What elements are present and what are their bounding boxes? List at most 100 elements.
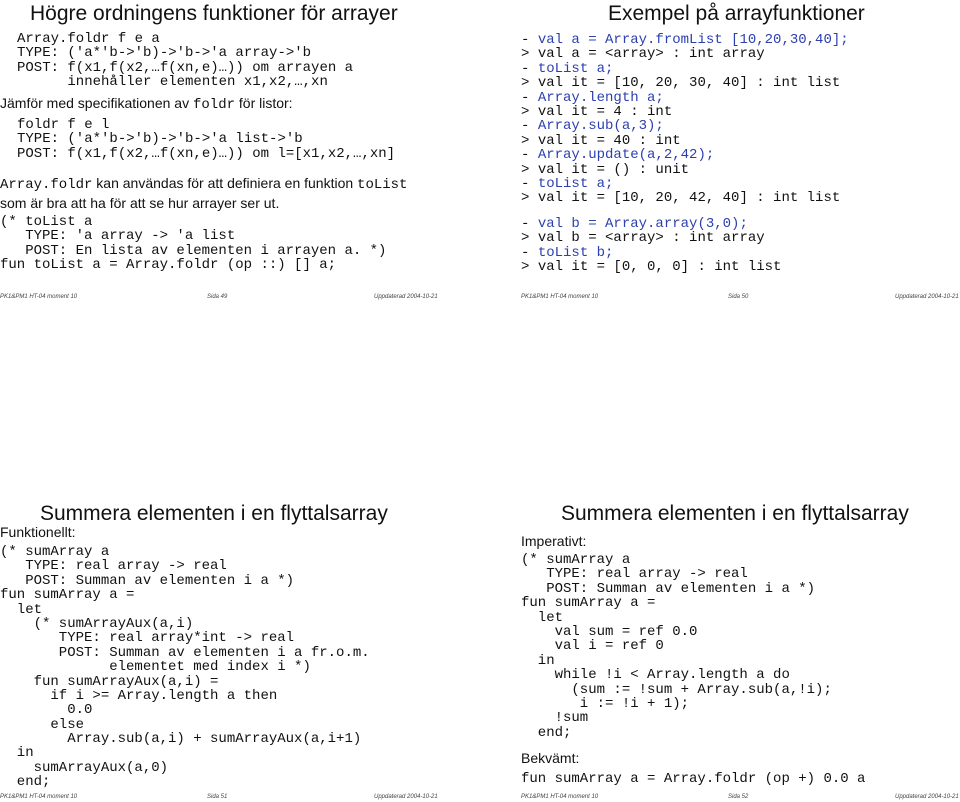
code-line: (* sumArray a: [0, 544, 110, 560]
code-line: 0.0: [0, 702, 93, 719]
code-line: TYPE: real array*int -> real: [0, 630, 295, 647]
code-line: foldr f e l: [17, 117, 110, 133]
footer-page: Sida 50: [728, 294, 749, 300]
code-line: fun sumArray a = Array.foldr (op +) 0.0 …: [521, 771, 866, 787]
code-tolist: (* toList a TYPE: 'a array -> 'a list PO…: [0, 215, 386, 273]
inline-code: toList: [357, 177, 408, 193]
code-line: innehåller elementen x1,x2,…,xn: [17, 74, 328, 91]
prose-text: för listor:: [235, 95, 293, 111]
code-line: Array.sub(a,i) + sumArrayAux(a,i+1): [0, 731, 362, 748]
slide-51: Summera elementen i en flyttalsarray Fun…: [0, 490, 480, 802]
repl-output-line: > val it = 40 : int: [521, 134, 849, 148]
code-sumarray-functional: (* sumArray a TYPE: real array -> real P…: [0, 545, 370, 790]
subtitle-convenient: Bekvämt:: [521, 750, 580, 766]
repl-input-line: - Array.length a;: [521, 90, 849, 105]
code-line: fun sumArray a =: [0, 587, 135, 604]
repl-input-line: - toList b;: [521, 246, 781, 260]
inline-code: Array.foldr: [0, 177, 93, 193]
footer-page: Sida 52: [728, 794, 749, 800]
code-line: !sum: [521, 710, 589, 727]
repl-input-line: - Array.update(a,2,42);: [521, 148, 849, 162]
code-line: end;: [521, 724, 572, 741]
code-line: POST: Summan av elementen i a *): [521, 580, 816, 597]
repl-prompt: >: [521, 190, 538, 207]
prose-text: kan användas för att definiera en funkti…: [92, 175, 358, 191]
footer-course: PK1&PM1 HT-04 moment 10: [521, 294, 599, 300]
code-line: end;: [0, 774, 51, 791]
code-line: POST: f(x1,f(x2,…f(xn,e)…)) om arrayen a: [17, 59, 354, 76]
repl-output-line: > val it = [10, 20, 42, 40] : int list: [521, 191, 849, 205]
code-line: let: [521, 609, 564, 626]
inline-code: foldr: [192, 97, 235, 113]
code-line: sumArrayAux(a,0): [0, 759, 169, 776]
code-line: in: [521, 652, 555, 669]
repl-output-line: > val it = [10, 20, 30, 40] : int list: [521, 76, 849, 90]
repl-output: val it = [0, 0, 0] : int list: [537, 259, 782, 276]
repl-input-line: - val b = Array.array(3,0);: [521, 217, 781, 231]
repl-output-line: > val a = <array> : int array: [521, 47, 849, 61]
code-line: i := !i + 1);: [521, 695, 690, 712]
code-line: (* toList a: [0, 214, 93, 230]
slide-49: Högre ordningens funktioner för arrayer …: [0, 0, 480, 305]
slide-50: Exempel på arrayfunktioner - val a = Arr…: [480, 0, 960, 305]
repl-input-line: - Array.sub(a,3);: [521, 119, 849, 133]
footer-updated: Uppdaterad 2004-10-21: [895, 294, 959, 300]
prose-text: Jämför med specifikationen av: [0, 95, 193, 111]
slide-title: Summera elementen i en flyttalsarray: [40, 502, 388, 525]
repl-session-a: - val a = Array.fromList [10,20,30,40]; >…: [521, 33, 849, 206]
code-line: if i >= Array.length a then: [0, 687, 278, 704]
repl-input-line: - toList a;: [521, 62, 849, 76]
code-line: while !i < Array.length a do: [521, 667, 790, 684]
repl-input-line: - toList a;: [521, 177, 849, 191]
footer-course: PK1&PM1 HT-04 moment 10: [0, 294, 78, 300]
code-line: TYPE: real array -> real: [0, 558, 227, 575]
repl-output-line: > val it = [0, 0, 0] : int list: [521, 260, 781, 274]
code-line: POST: Summan av elementen i a *): [0, 572, 295, 589]
footer-course: PK1&PM1 HT-04 moment 10: [0, 794, 78, 800]
code-line: TYPE: ('a*'b->'b)->'b->'a array->'b: [17, 45, 312, 62]
code-line: val i = ref 0: [521, 638, 664, 655]
code-array-foldr-spec: Array.foldr f e a TYPE: ('a*'b->'b)->'b->…: [17, 32, 353, 90]
code-line: (* sumArray a: [521, 552, 631, 568]
code-line: POST: f(x1,f(x2,…f(xn,e)…)) om l=[x1,x2,…: [17, 145, 396, 162]
code-line: in: [0, 745, 34, 762]
code-line: val sum = ref 0.0: [521, 623, 698, 640]
footer-page: Sida 49: [207, 294, 228, 300]
code-line: fun toList a = Array.foldr (op ::) [] a;: [0, 257, 337, 274]
code-line: fun sumArrayAux(a,i) =: [0, 673, 219, 690]
code-line: (* sumArrayAux(a,i): [0, 615, 194, 632]
repl-output: val it = [10, 20, 42, 40] : int list: [537, 190, 841, 207]
slide-title: Högre ordningens funktioner för arrayer: [30, 2, 398, 25]
code-line: POST: Summan av elementen i a fr.o.m.: [0, 644, 370, 661]
repl-output-line: > val it = () : unit: [521, 162, 849, 177]
code-line: fun sumArray a =: [521, 595, 656, 612]
code-line: let: [0, 601, 43, 618]
code-line: TYPE: 'a array -> 'a list: [0, 228, 236, 245]
code-sumarray-imperative: (* sumArray a TYPE: real array -> real P…: [521, 553, 832, 740]
subtitle-functional: Funktionellt:: [0, 524, 76, 540]
footer-updated: Uppdaterad 2004-10-21: [374, 794, 438, 800]
code-line: (sum := !sum + Array.sub(a,!i);: [521, 681, 832, 698]
code-line: else: [0, 716, 85, 733]
code-sumarray-foldr: fun sumArray a = Array.foldr (op +) 0.0 …: [521, 771, 866, 787]
repl-prompt: >: [521, 259, 538, 276]
slide-title: Exempel på arrayfunktioner: [608, 2, 865, 25]
prose-tolist-2: som är bra att ha för att se hur arrayer…: [0, 195, 280, 211]
repl-output-line: > val it = 4 : int: [521, 105, 849, 119]
slide-title: Summera elementen i en flyttalsarray: [561, 502, 909, 525]
code-line: elementet med index i *): [0, 659, 311, 676]
slide-52: Summera elementen i en flyttalsarray Imp…: [480, 490, 960, 802]
code-list-foldr-spec: foldr f e l TYPE: ('a*'b->'b)->'b->'a lis…: [17, 117, 396, 162]
repl-output-line: > val b = <array> : int array: [521, 231, 781, 245]
code-line: POST: En lista av elementen i arrayen a.…: [0, 242, 387, 259]
code-line: TYPE: ('a*'b->'b)->'b->'a list->'b: [17, 131, 303, 148]
code-line: TYPE: real array -> real: [521, 566, 748, 583]
footer-page: Sida 51: [207, 794, 228, 800]
footer-updated: Uppdaterad 2004-10-21: [374, 294, 438, 300]
code-line: Array.foldr f e a: [17, 31, 160, 47]
prose-compare: Jämför med specifikationen av foldr för …: [0, 95, 293, 113]
prose-tolist: Array.foldr kan användas för att definie…: [0, 175, 407, 193]
footer-course: PK1&PM1 HT-04 moment 10: [521, 794, 599, 800]
repl-session-b: - val b = Array.array(3,0); > val b = <ar…: [521, 217, 781, 275]
subtitle-imperative: Imperativt:: [521, 533, 587, 549]
